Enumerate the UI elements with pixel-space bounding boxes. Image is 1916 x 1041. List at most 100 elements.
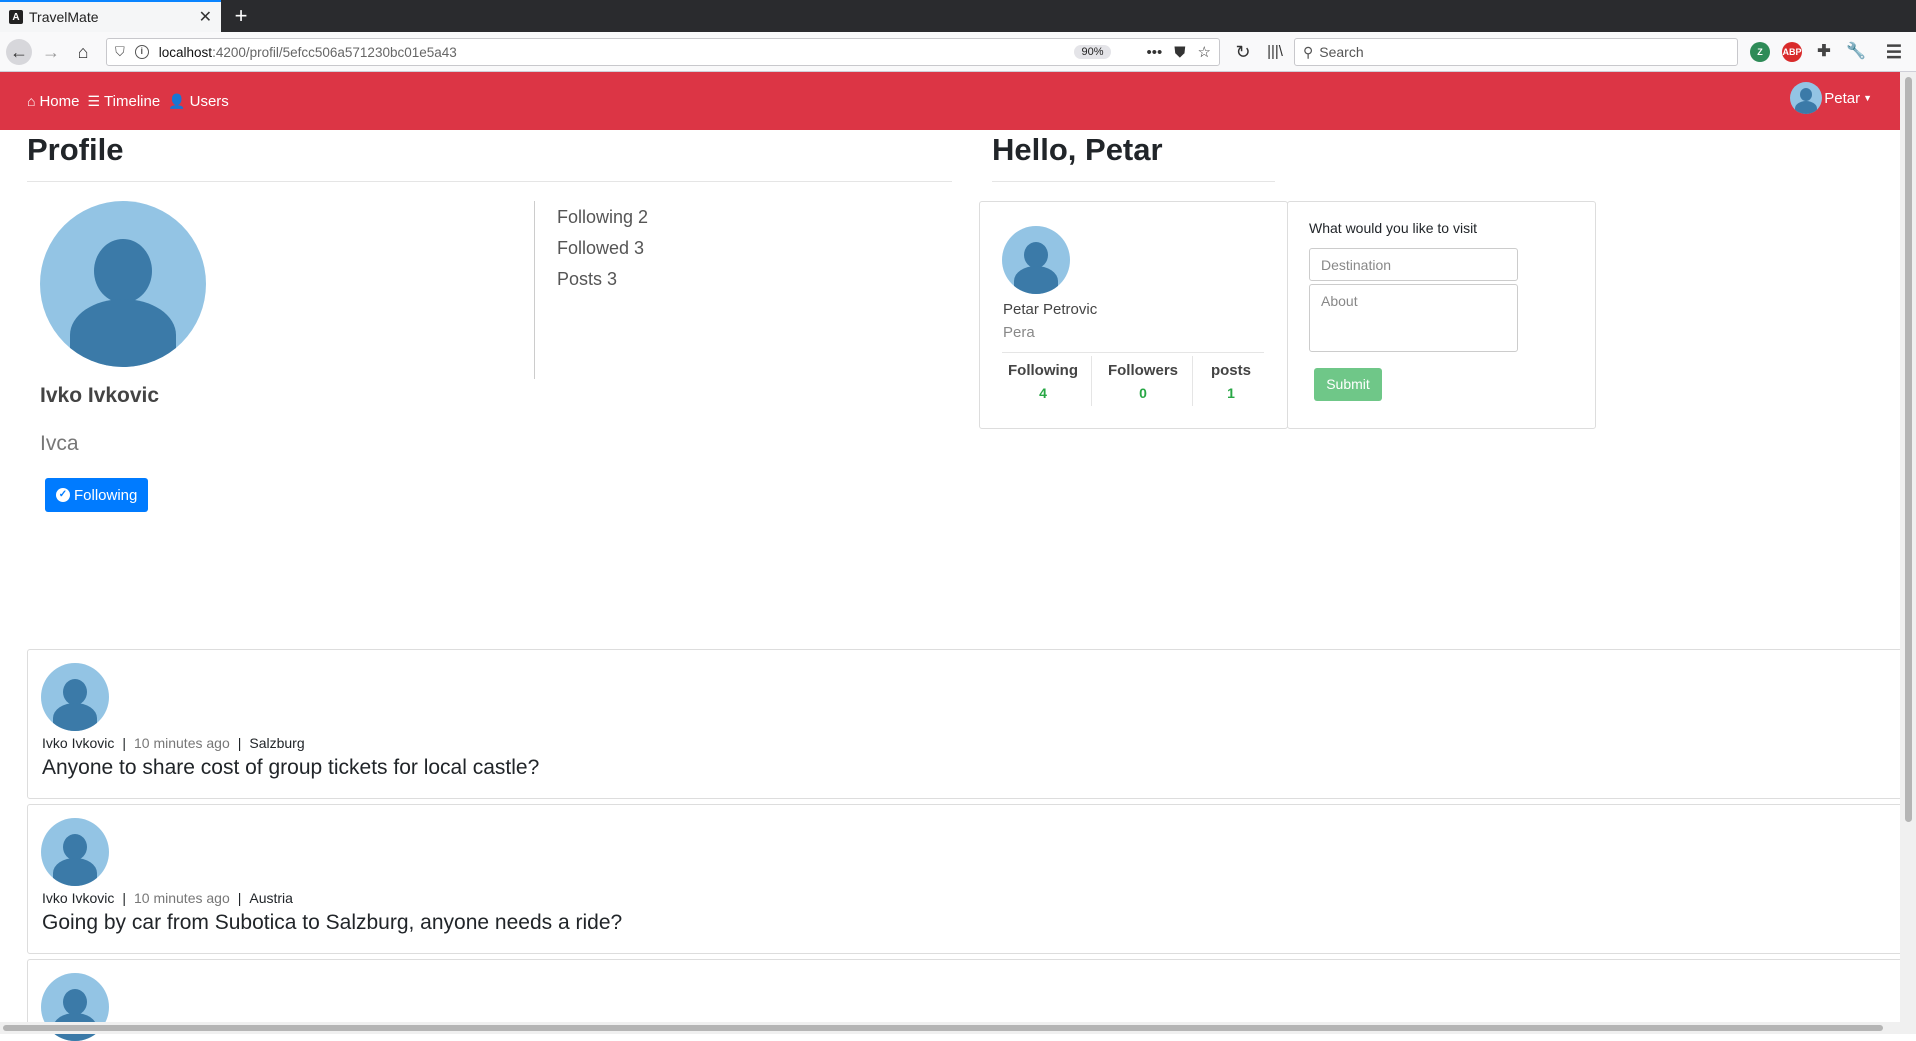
post-time: 10 minutes ago [134,735,230,751]
list-icon: ☰ [87,92,101,109]
stat-followed: Followed 3 [557,238,645,258]
back-icon[interactable]: ← [6,39,32,65]
pocket-icon[interactable]: ⛊ [1174,44,1185,61]
nav-home-link[interactable]: ⌂ Home [27,93,79,110]
tab-title: TravelMate [29,9,99,25]
post-author[interactable]: Ivko Ivkovic [42,735,114,751]
app-navbar: ⌂ Home ☰ Timeline 👤 Users Petar ▼ [0,72,1900,130]
post-location: Salzburg [249,735,305,751]
following-button[interactable]: ✓ Following [45,478,149,512]
horizontal-scrollbar[interactable] [0,1022,1900,1034]
submit-button[interactable]: Submit [1314,368,1382,401]
current-user-name: Petar Petrovic [1003,301,1098,318]
user-stat-following-label: Following [1008,362,1078,379]
home-icon: ⌂ [27,93,36,109]
stat-separator [1192,356,1193,406]
stats-divider [534,201,535,379]
library-icon[interactable]: |||\ [1262,39,1288,65]
angular-favicon-icon: A [9,10,23,24]
post-author[interactable]: Ivko Ivkovic [42,890,114,906]
url-path: :4200/profil/5efcc506a571230bc01e5a43 [212,44,457,60]
user-stat-followers-value: 0 [1139,385,1147,401]
url-bar[interactable]: ⛉ i localhost:4200/profil/5efcc506a57123… [106,38,1220,66]
user-icon: 👤 [168,92,186,109]
user-card-divider [1002,352,1264,353]
user-avatar [1790,82,1823,114]
current-user-nickname: Pera [1003,324,1035,341]
hello-title: Hello, Petar [992,132,1163,167]
profile-name: Ivko Ivkovic [40,384,160,407]
new-tab-icon[interactable]: + [228,3,254,29]
check-circle-icon: ✓ [56,488,70,502]
post-time: 10 minutes ago [134,890,230,906]
search-icon: ⚲ [1303,43,1314,60]
post-card: Ivko Ivkovic | 10 minutes ago | Austria Goin… [27,804,1904,954]
extensions-puzzle-icon[interactable]: ✚ [1814,42,1834,62]
meta-separator: | [237,735,242,751]
stat-posts: Posts 3 [557,269,618,289]
nav-timeline-label: Timeline [104,92,161,110]
search-bar[interactable]: ⚲ Search [1294,38,1738,66]
stat-separator [1091,356,1092,406]
user-menu-label: Petar [1824,89,1861,107]
browser-toolbar: ← → ⌂ ⛉ i localhost:4200/profil/5efcc506… [0,32,1916,72]
bookmark-star-icon[interactable]: ☆ [1198,43,1211,61]
user-dropdown[interactable]: Petar ▼ [1790,82,1872,114]
post-meta: Ivko Ivkovic | 10 minutes ago | Salzburg [42,735,305,751]
meta-separator: | [237,890,242,906]
user-stat-posts: posts 1 [1208,362,1254,401]
visit-form-card: What would you like to visit Destination… [1287,201,1596,429]
wrench-icon[interactable]: 🔧 [1846,42,1866,62]
horizontal-scroll-thumb[interactable] [3,1025,1883,1031]
stat-following: Following 2 [557,207,649,227]
extension-green-icon[interactable]: Z [1750,42,1770,62]
more-actions-icon[interactable]: ••• [1147,44,1163,61]
info-icon[interactable]: i [134,45,149,59]
post-location: Austria [249,890,293,906]
post-meta: Ivko Ivkovic | 10 minutes ago | Austria [42,890,293,906]
nav-home-label: Home [39,92,80,110]
meta-separator: | [122,735,126,751]
post-text: Anyone to share cost of group tickets fo… [42,756,540,779]
vertical-scrollbar[interactable] [1900,72,1916,1034]
profile-divider [27,181,952,182]
browser-tab-bar: A TravelMate ✕ + [0,0,1916,32]
post-text: Going by car from Subotica to Salzburg, … [42,911,623,934]
nav-timeline-link[interactable]: ☰ Timeline [87,93,160,110]
shield-icon[interactable]: ⛉ [115,44,125,60]
profile-nickname: Ivca [40,432,79,455]
zoom-badge[interactable]: 90% [1074,45,1111,59]
post-author-avatar [41,818,109,886]
home-browser-icon[interactable]: ⌂ [70,39,96,65]
page-title: Profile [27,132,124,167]
tab-close-icon[interactable]: ✕ [199,7,212,27]
user-stat-followers: Followers 0 [1102,362,1184,401]
destination-input[interactable]: Destination [1309,248,1518,281]
current-user-avatar [1002,226,1070,294]
user-stat-following-value: 4 [1039,385,1047,401]
nav-users-link[interactable]: 👤 Users [168,93,229,110]
search-placeholder: Search [1319,44,1364,60]
post-card: Ivko Ivkovic | 10 minutes ago | Salzburg Any… [27,649,1904,799]
current-user-card: Petar Petrovic Pera Following 4 Follower… [979,201,1288,429]
caret-down-icon: ▼ [1863,93,1872,103]
forward-icon[interactable]: → [38,39,64,65]
reload-icon[interactable]: ↻ [1230,39,1256,65]
page-content: Profile Hello, Petar Ivko Ivkovic Ivca ✓… [0,130,1904,1041]
nav-users-label: Users [189,92,229,110]
about-textarea[interactable]: About [1309,284,1518,352]
user-stat-followers-label: Followers [1107,362,1178,379]
post-author-avatar [41,663,109,731]
meta-separator: | [122,890,126,906]
visit-form-label: What would you like to visit [1309,220,1478,236]
user-stat-posts-label: posts [1210,362,1251,379]
url-text[interactable]: localhost:4200/profil/5efcc506a571230bc0… [159,45,1075,60]
browser-tab[interactable]: A TravelMate ✕ [0,0,221,32]
user-stat-following: Following 4 [1008,362,1078,401]
hamburger-menu-icon[interactable]: ☰ [1884,42,1904,62]
user-stat-posts-value: 1 [1227,385,1235,401]
following-button-label: Following [74,486,138,504]
profile-avatar [40,201,206,367]
vertical-scroll-thumb[interactable] [1905,77,1912,822]
adblock-icon[interactable]: ABP [1782,42,1802,62]
